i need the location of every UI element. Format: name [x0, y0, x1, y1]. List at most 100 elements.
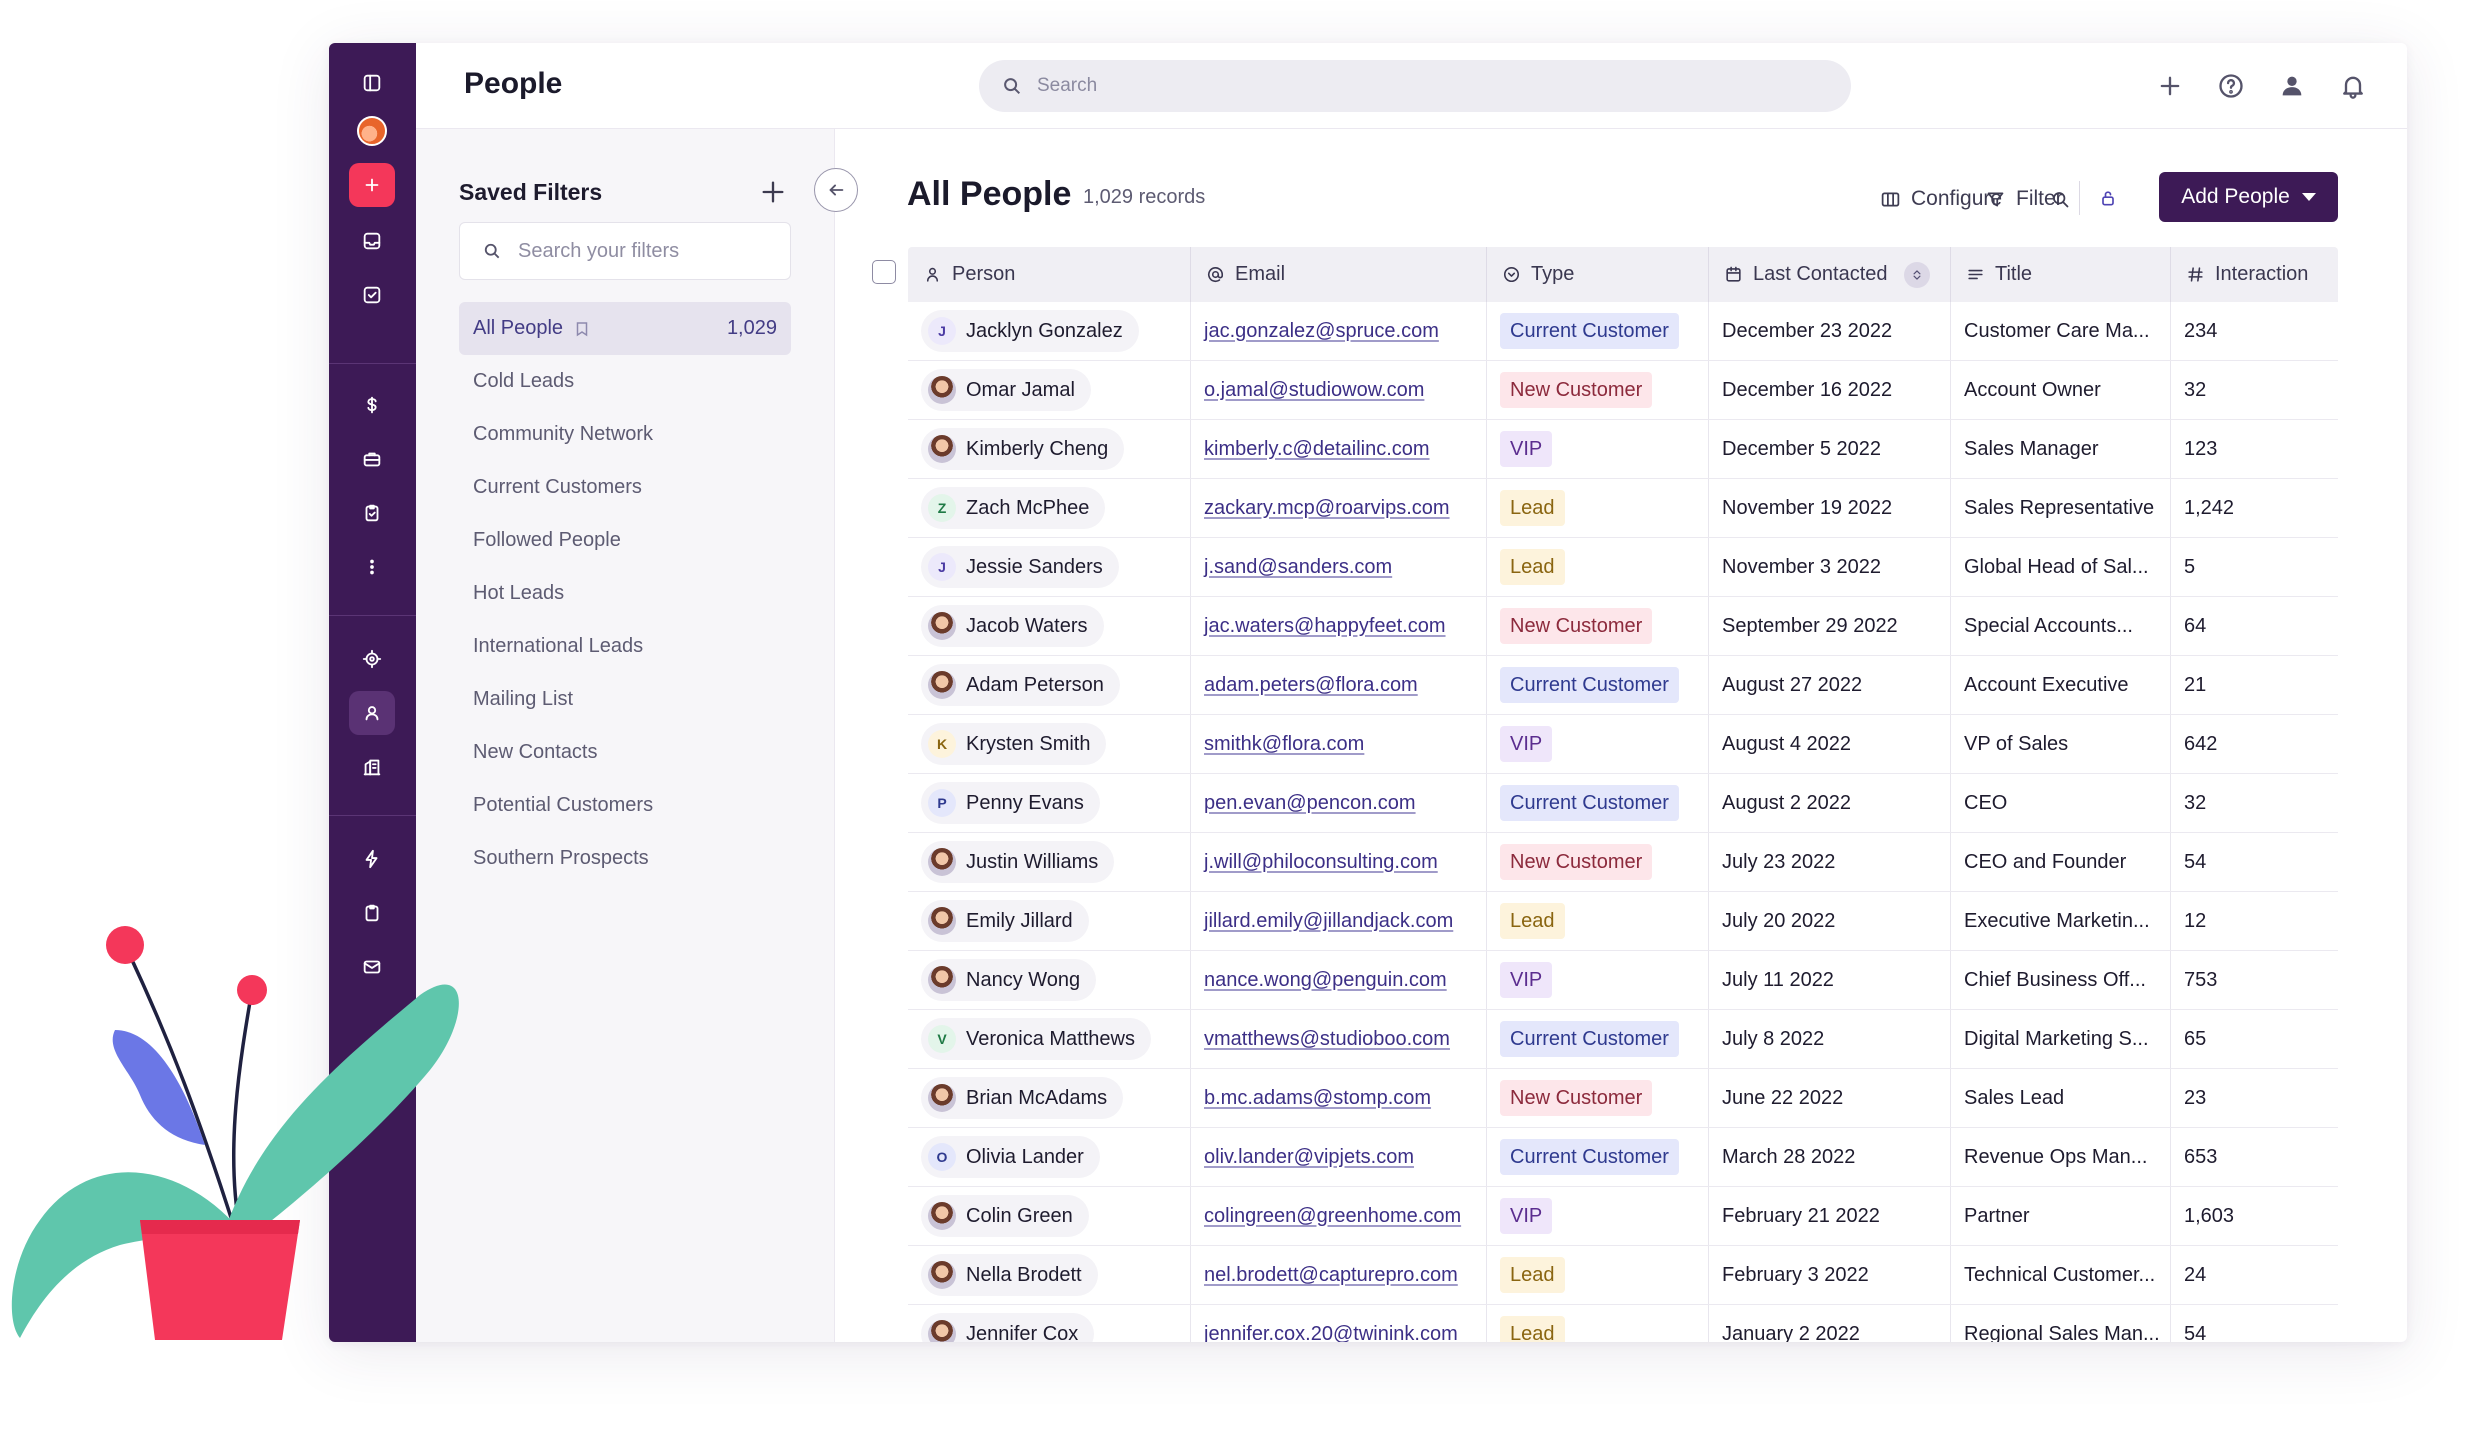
email-link[interactable]: jennifer.cox.20@twinink.com	[1204, 1323, 1458, 1343]
table-row[interactable]: Nancy Wong nance.wong@penguin.com VIP July …	[908, 951, 2338, 1010]
select-all-checkbox[interactable]	[872, 260, 896, 284]
type-badge[interactable]: Current Customer	[1500, 667, 1679, 703]
table-row[interactable]: Jennifer Cox jennifer.cox.20@twinink.com L…	[908, 1305, 2338, 1342]
table-row[interactable]: Emily Jillard jillard.emily@jillandjack.c…	[908, 892, 2338, 951]
table-row[interactable]: Adam Peterson adam.peters@flora.com Curren…	[908, 656, 2338, 715]
toggle-sidebar-icon[interactable]	[349, 61, 395, 105]
person-chip[interactable]: Jennifer Cox	[921, 1313, 1095, 1342]
person-chip[interactable]: J Jessie Sanders	[921, 546, 1119, 588]
person-chip[interactable]: Emily Jillard	[921, 900, 1089, 942]
type-badge[interactable]: Lead	[1500, 1316, 1565, 1342]
person-chip[interactable]: Brian McAdams	[921, 1077, 1124, 1119]
person-chip[interactable]: Omar Jamal	[921, 369, 1091, 411]
table-row[interactable]: P Penny Evans pen.evan@pencon.com Current C…	[908, 774, 2338, 833]
saved-filter-item[interactable]: Mailing List	[459, 673, 791, 726]
table-row[interactable]: Justin Williams j.will@philoconsulting.co…	[908, 833, 2338, 892]
global-search[interactable]	[979, 60, 1851, 112]
email-link[interactable]: j.will@philoconsulting.com	[1204, 851, 1438, 874]
table-row[interactable]: J Jessie Sanders j.sand@sanders.com Lead Nov…	[908, 538, 2338, 597]
email-link[interactable]: nel.brodett@capturepro.com	[1204, 1264, 1458, 1287]
inbox-icon[interactable]	[349, 219, 395, 263]
lightning-icon[interactable]	[349, 837, 395, 881]
column-type[interactable]: Type	[1487, 247, 1709, 302]
filter-search-input[interactable]	[518, 239, 778, 263]
email-link[interactable]: oliv.lander@vipjets.com	[1204, 1146, 1414, 1169]
saved-filter-item[interactable]: International Leads	[459, 620, 791, 673]
lock-icon[interactable]	[2091, 181, 2125, 215]
table-row[interactable]: J Jacklyn Gonzalez jac.gonzalez@spruce.com…	[908, 302, 2338, 361]
type-badge[interactable]: VIP	[1500, 431, 1553, 467]
person-chip[interactable]: O Olivia Lander	[921, 1136, 1100, 1178]
person-chip[interactable]: Justin Williams	[921, 841, 1115, 883]
type-badge[interactable]: Current Customer	[1500, 785, 1679, 821]
email-link[interactable]: kimberly.c@detailinc.com	[1204, 438, 1430, 461]
people-icon[interactable]	[349, 691, 395, 735]
person-chip[interactable]: Nella Brodett	[921, 1254, 1098, 1296]
create-new-button[interactable]	[349, 163, 395, 207]
dollar-icon[interactable]	[349, 383, 395, 427]
clipboard-icon[interactable]	[349, 891, 395, 935]
person-chip[interactable]: J Jacklyn Gonzalez	[921, 310, 1139, 352]
saved-filter-item[interactable]: New Contacts	[459, 726, 791, 779]
type-badge[interactable]: New Customer	[1500, 844, 1653, 880]
saved-filter-item[interactable]: Cold Leads	[459, 355, 791, 408]
add-filter-button[interactable]	[754, 173, 792, 211]
table-row[interactable]: K Krysten Smith smithk@flora.com VIP August …	[908, 715, 2338, 774]
table-row[interactable]: Z Zach McPhee zackary.mcp@roarvips.com Lead…	[908, 479, 2338, 538]
email-link[interactable]: smithk@flora.com	[1204, 733, 1364, 756]
saved-filter-item[interactable]: Southern Prospects	[459, 832, 791, 885]
type-badge[interactable]: New Customer	[1500, 1080, 1653, 1116]
company-icon[interactable]	[349, 745, 395, 789]
person-chip[interactable]: Z Zach McPhee	[921, 487, 1106, 529]
column-email[interactable]: Email	[1191, 247, 1487, 302]
saved-filter-item[interactable]: Community Network	[459, 408, 791, 461]
type-badge[interactable]: New Customer	[1500, 608, 1653, 644]
type-badge[interactable]: Current Customer	[1500, 1021, 1679, 1057]
more-vertical-icon[interactable]	[349, 545, 395, 589]
type-badge[interactable]: Current Customer	[1500, 313, 1679, 349]
configure-button[interactable]: Configure	[1880, 179, 2002, 219]
clipboard-check-icon[interactable]	[349, 491, 395, 535]
email-link[interactable]: nance.wong@penguin.com	[1204, 969, 1447, 992]
filter-search[interactable]	[459, 222, 791, 280]
person-chip[interactable]: K Krysten Smith	[921, 723, 1107, 765]
table-row[interactable]: Jacob Waters jac.waters@happyfeet.com New …	[908, 597, 2338, 656]
type-badge[interactable]: VIP	[1500, 962, 1553, 998]
column-interaction[interactable]: Interaction	[2171, 247, 2338, 302]
table-row[interactable]: Colin Green colingreen@greenhome.com VIP Fe…	[908, 1187, 2338, 1246]
table-row[interactable]: Omar Jamal o.jamal@studiowow.com New Custo…	[908, 361, 2338, 420]
type-badge[interactable]: Lead	[1500, 549, 1565, 585]
table-search-button[interactable]	[2050, 179, 2081, 219]
table-row[interactable]: Brian McAdams b.mc.adams@stomp.com New Cus…	[908, 1069, 2338, 1128]
email-link[interactable]: vmatthews@studioboo.com	[1204, 1028, 1450, 1051]
email-link[interactable]: adam.peters@flora.com	[1204, 674, 1418, 697]
saved-filter-item[interactable]: Hot Leads	[459, 567, 791, 620]
workspace-avatar[interactable]	[349, 109, 395, 153]
saved-filter-item[interactable]: All People 1,029	[459, 302, 791, 355]
email-link[interactable]: pen.evan@pencon.com	[1204, 792, 1416, 815]
type-badge[interactable]: Lead	[1500, 903, 1565, 939]
email-link[interactable]: o.jamal@studiowow.com	[1204, 379, 1424, 402]
table-row[interactable]: O Olivia Lander oliv.lander@vipjets.com Cur…	[908, 1128, 2338, 1187]
table-row[interactable]: Kimberly Cheng kimberly.c@detailinc.com VI…	[908, 420, 2338, 479]
person-chip[interactable]: Adam Peterson	[921, 664, 1120, 706]
global-search-input[interactable]	[1037, 75, 1737, 97]
email-link[interactable]: jillard.emily@jillandjack.com	[1204, 910, 1453, 933]
type-badge[interactable]: Lead	[1500, 1257, 1565, 1293]
type-badge[interactable]: Lead	[1500, 490, 1565, 526]
person-chip[interactable]: V Veronica Matthews	[921, 1018, 1151, 1060]
help-icon[interactable]	[2212, 67, 2250, 105]
type-badge[interactable]: New Customer	[1500, 372, 1653, 408]
plus-icon[interactable]	[2151, 67, 2189, 105]
email-link[interactable]: b.mc.adams@stomp.com	[1204, 1087, 1431, 1110]
target-icon[interactable]	[349, 637, 395, 681]
person-chip[interactable]: Jacob Waters	[921, 605, 1104, 647]
mail-icon[interactable]	[349, 945, 395, 989]
type-badge[interactable]: VIP	[1500, 726, 1553, 762]
saved-filter-item[interactable]: Followed People	[459, 514, 791, 567]
email-link[interactable]: colingreen@greenhome.com	[1204, 1205, 1461, 1228]
table-row[interactable]: Nella Brodett nel.brodett@capturepro.com L…	[908, 1246, 2338, 1305]
column-person[interactable]: Person	[908, 247, 1191, 302]
person-chip[interactable]: P Penny Evans	[921, 782, 1100, 824]
email-link[interactable]: j.sand@sanders.com	[1204, 556, 1392, 579]
